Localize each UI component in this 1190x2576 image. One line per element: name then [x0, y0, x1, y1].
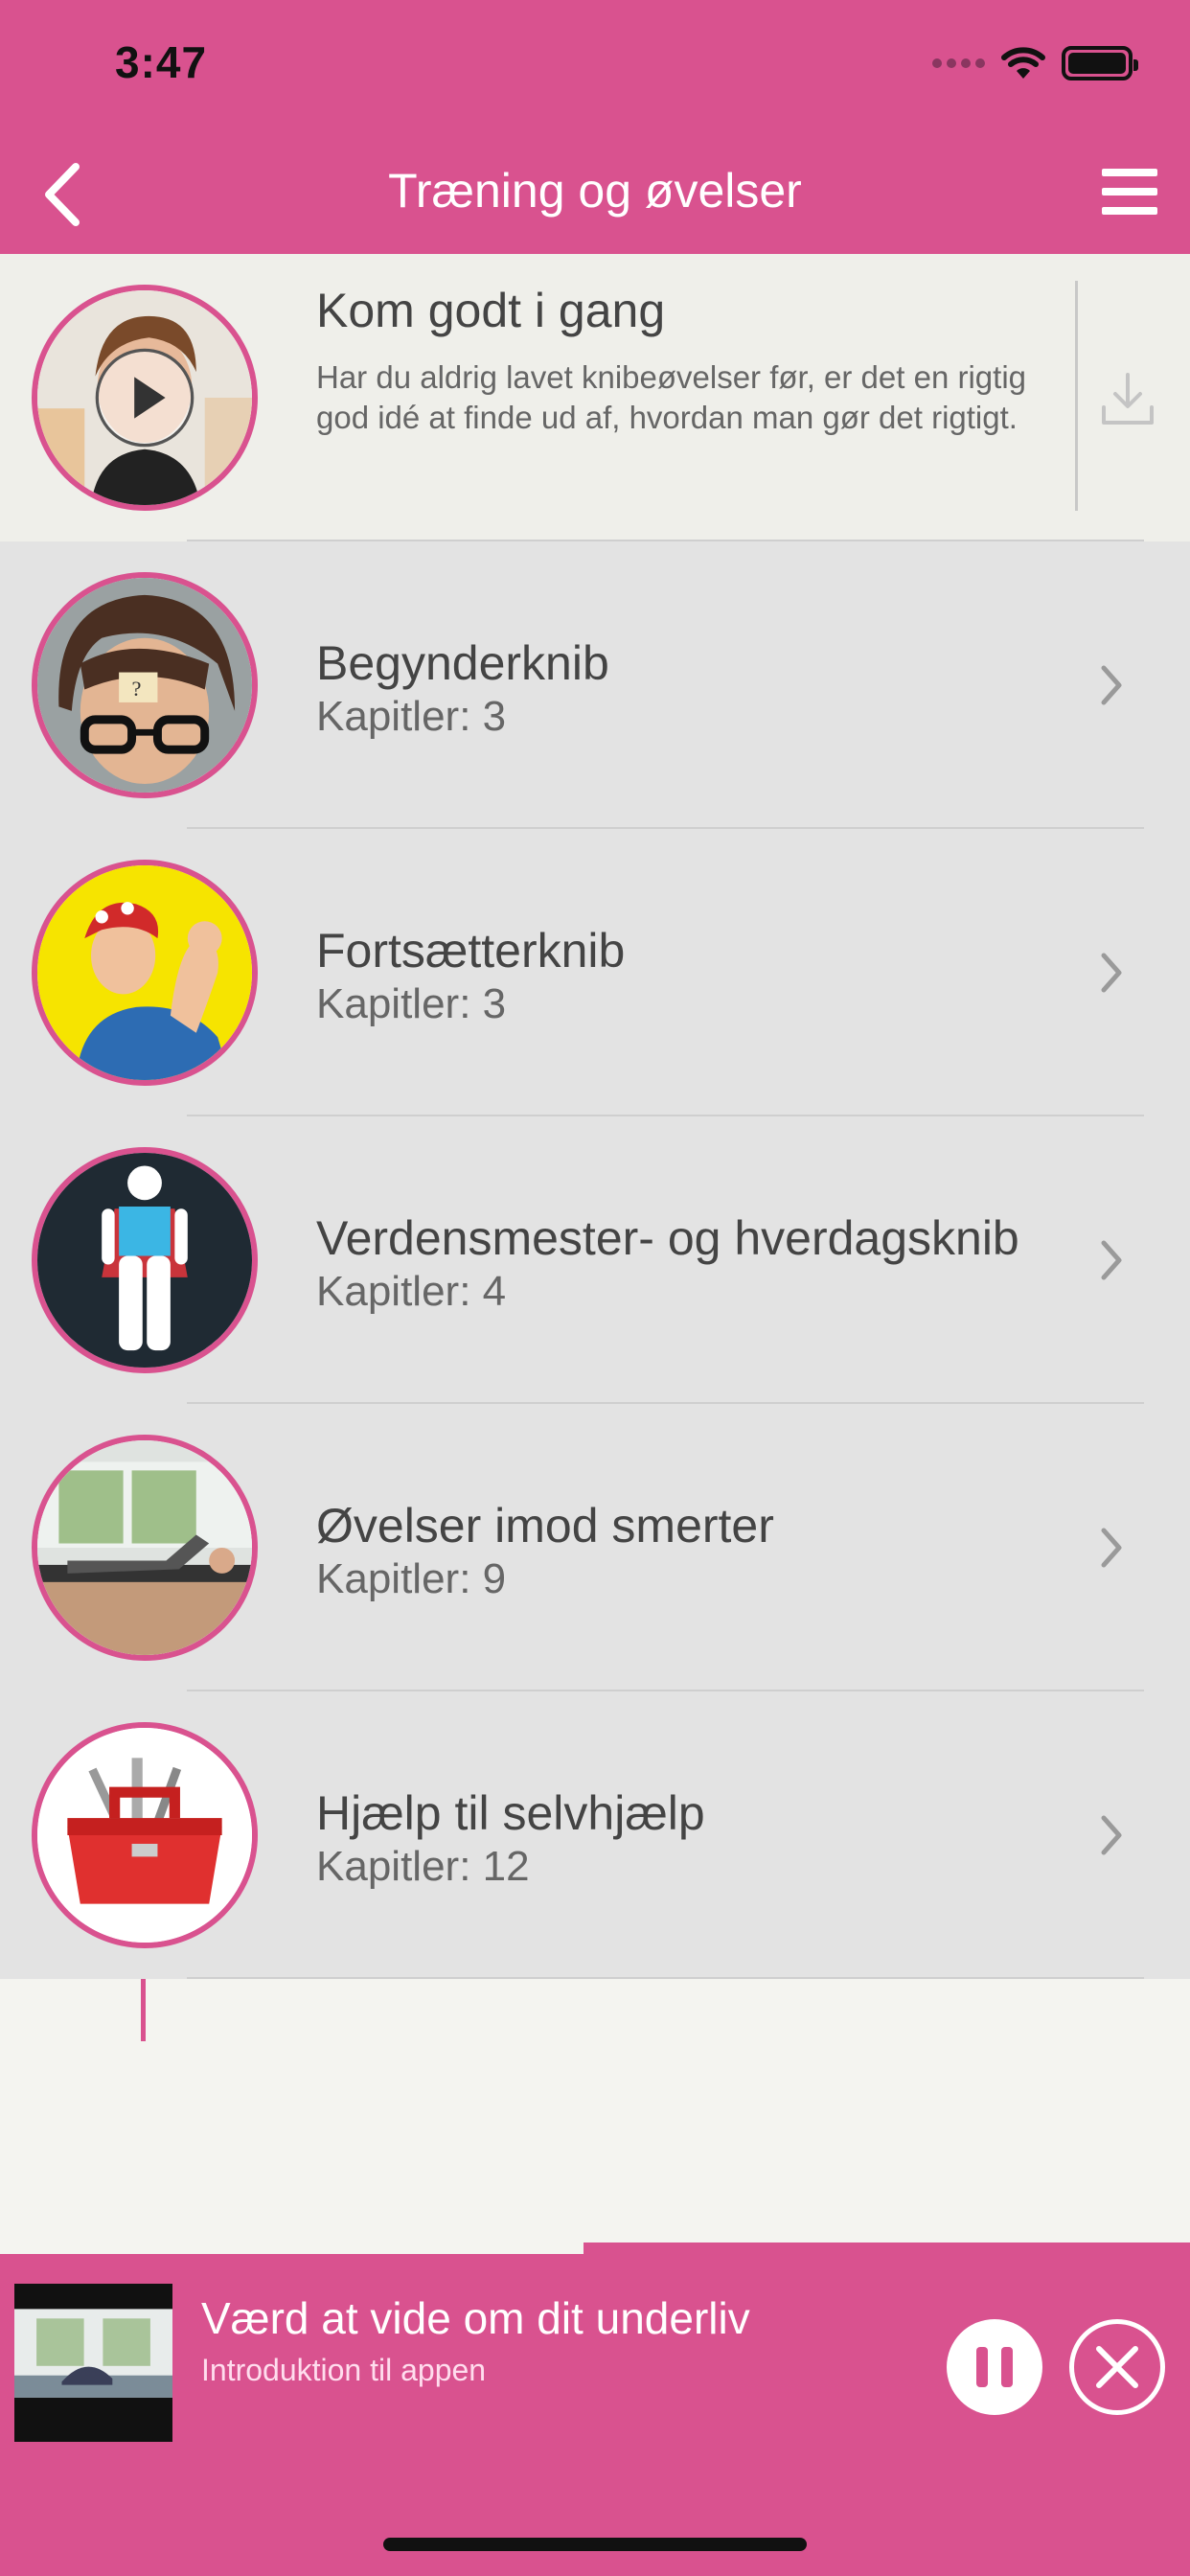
course-thumbnail [32, 1435, 258, 1661]
course-chapters: Kapitler: 3 [316, 980, 507, 1027]
close-icon [1096, 2346, 1138, 2388]
svg-text:?: ? [132, 677, 142, 701]
course-chapters: Kapitler: 9 [316, 1555, 507, 1602]
hamburger-menu-icon[interactable] [1098, 163, 1161, 220]
superhero-figure-image [37, 1153, 252, 1368]
course-thumbnail: ? [32, 572, 258, 798]
woman-glasses-image: ? [37, 578, 252, 793]
status-icons [932, 42, 1138, 84]
close-player-button[interactable] [1069, 2319, 1165, 2415]
course-chapters: Kapitler: 12 [316, 1843, 530, 1890]
course-row-begynderknib[interactable]: ? Begynderknib Kapitler: 3 [0, 541, 1190, 829]
chevron-right-icon [1101, 953, 1122, 993]
play-icon[interactable] [93, 346, 196, 449]
player-title: Værd at vide om dit underliv [201, 2293, 750, 2343]
exercise-photo-image [37, 1440, 252, 1655]
course-chapters: Kapitler: 3 [316, 693, 507, 740]
player-subtitle: Introduktion til appen [201, 2353, 487, 2387]
home-indicator [383, 2538, 807, 2551]
course-row-verdensmester[interactable]: Verdensmester- og hverdagsknib Kapitler:… [0, 1116, 1190, 1404]
pause-icon [976, 2347, 988, 2387]
playback-progress-fill [583, 2242, 1190, 2254]
course-title: Begynderknib [316, 636, 609, 690]
status-bar: 3:47 [0, 0, 1190, 134]
course-title: Fortsætterknib [316, 924, 626, 978]
rosie-riveter-image [37, 865, 252, 1080]
toolbox-image [37, 1728, 252, 1943]
chevron-right-icon [1101, 1240, 1122, 1280]
player-thumbnail [14, 2284, 172, 2442]
vertical-divider [1075, 281, 1078, 511]
course-row-hjaelp-selvhjaelp[interactable]: Hjælp til selvhjælp Kapitler: 12 [0, 1691, 1190, 1979]
navigation-bar: Træning og øvelser [0, 134, 1190, 254]
yoga-photo-image [14, 2284, 172, 2442]
course-list: Kom godt i gang Har du aldrig lavet knib… [0, 254, 1190, 2041]
course-thumbnail [32, 1147, 258, 1373]
cellular-icon [932, 58, 985, 68]
wifi-icon [1001, 47, 1045, 79]
course-title: Verdensmester- og hverdagsknib [316, 1211, 1019, 1265]
row-divider [187, 1977, 1144, 1979]
status-time: 3:47 [115, 37, 208, 87]
course-title: Øvelser imod smerter [316, 1499, 774, 1552]
chevron-right-icon [1101, 1528, 1122, 1568]
course-title: Hjælp til selvhjælp [316, 1786, 705, 1840]
battery-icon [1062, 46, 1138, 80]
course-chapters: Kapitler: 4 [316, 1268, 507, 1315]
course-thumbnail [32, 1722, 258, 1948]
intro-description: Har du aldrig lavet knibeøvelser før, er… [316, 359, 1027, 435]
course-row-oevelser-smerter[interactable]: Øvelser imod smerter Kapitler: 9 [0, 1404, 1190, 1691]
course-thumbnail [32, 860, 258, 1086]
chevron-right-icon [1101, 1815, 1122, 1855]
intro-row[interactable]: Kom godt i gang Har du aldrig lavet knib… [0, 254, 1190, 541]
course-row-fortsaetterknib[interactable]: Fortsætterknib Kapitler: 3 [0, 829, 1190, 1116]
pause-button[interactable] [947, 2319, 1042, 2415]
chevron-right-icon [1101, 665, 1122, 705]
intro-title: Kom godt i gang [316, 284, 666, 337]
download-icon[interactable] [1094, 367, 1161, 434]
intro-video-thumbnail[interactable] [32, 285, 258, 511]
mini-player[interactable]: Værd at vide om dit underliv Introduktio… [0, 2254, 1190, 2576]
page-title: Træning og øvelser [388, 164, 802, 218]
